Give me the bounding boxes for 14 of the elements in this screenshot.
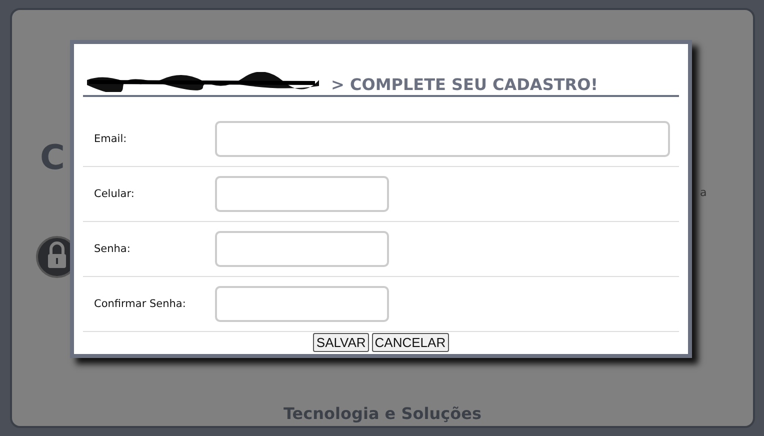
page-heading: C: [40, 138, 64, 178]
field-label: Email:: [93, 133, 128, 145]
input-field[interactable]: [215, 121, 670, 157]
save-button[interactable]: SALVAR: [313, 333, 369, 352]
dialog-title: > COMPLETE SEU CADASTRO!: [331, 75, 598, 94]
input-field[interactable]: [215, 231, 389, 267]
field-label: Celular:: [93, 188, 136, 200]
field-label: Confirmar Senha:: [93, 298, 187, 310]
input-field[interactable]: [215, 176, 389, 212]
cancel-button[interactable]: CANCELAR: [372, 333, 449, 352]
page-text: a: [700, 186, 707, 199]
footer-text: Tecnologia e Soluções: [282, 404, 482, 423]
input-field[interactable]: [215, 286, 389, 322]
field-label: Senha:: [93, 243, 132, 255]
